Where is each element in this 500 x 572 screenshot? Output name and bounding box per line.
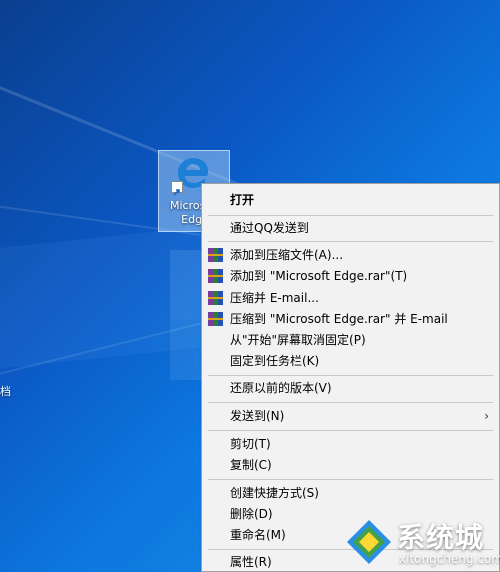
menu-item-label: 还原以前的版本(V) (230, 381, 332, 395)
menu-item-label: 固定到任务栏(K) (230, 354, 320, 368)
menu-item-open[interactable]: 打开 (202, 190, 499, 210)
menu-item-label: 添加到 "Microsoft Edge.rar"(T) (230, 269, 408, 283)
xitongcheng-logo-icon (347, 520, 391, 564)
menu-separator (208, 402, 493, 403)
menu-item-compress-email[interactable]: 压缩并 E-mail... (202, 288, 499, 308)
menu-item-send-to[interactable]: 发送到(N) › (202, 406, 499, 426)
menu-separator (208, 241, 493, 242)
menu-item-label: 压缩并 E-mail... (230, 291, 319, 305)
menu-separator (208, 215, 493, 216)
menu-item-pin-taskbar[interactable]: 固定到任务栏(K) (202, 351, 499, 371)
menu-item-label: 属性(R) (230, 555, 272, 569)
menu-item-label: 重命名(M) (230, 528, 286, 542)
menu-item-copy[interactable]: 复制(C) (202, 455, 499, 475)
desktop-partial-label: 档 (0, 385, 11, 398)
winrar-icon (208, 269, 223, 283)
menu-item-label: 发送到(N) (230, 409, 285, 423)
menu-item-label: 打开 (230, 193, 255, 207)
menu-item-label: 复制(C) (230, 458, 272, 472)
menu-item-label: 剪切(T) (230, 437, 271, 451)
menu-separator (208, 479, 493, 480)
winrar-icon (208, 312, 223, 326)
menu-item-restore-versions[interactable]: 还原以前的版本(V) (202, 378, 499, 398)
context-menu: 打开 通过QQ发送到 添加到压缩文件(A)... 添加到 "Microsoft … (201, 183, 500, 572)
menu-item-label: 压缩到 "Microsoft Edge.rar" 并 E-mail (230, 312, 448, 326)
shortcut-arrow-icon (171, 181, 183, 196)
menu-item-send-via-qq[interactable]: 通过QQ发送到 (202, 218, 499, 238)
menu-item-label: 删除(D) (230, 507, 273, 521)
menu-item-unpin-start[interactable]: 从"开始"屏幕取消固定(P) (202, 330, 499, 350)
winrar-icon (208, 248, 223, 262)
chevron-right-icon: › (484, 409, 489, 423)
menu-item-add-to-archive[interactable]: 添加到压缩文件(A)... (202, 245, 499, 265)
menu-item-label: 从"开始"屏幕取消固定(P) (230, 333, 366, 347)
menu-item-compress-rar-email[interactable]: 压缩到 "Microsoft Edge.rar" 并 E-mail (202, 309, 499, 329)
menu-item-label: 添加到压缩文件(A)... (230, 248, 344, 262)
watermark: 系统城 xitongcheng.com (345, 518, 500, 572)
menu-item-add-to-rar[interactable]: 添加到 "Microsoft Edge.rar"(T) (202, 266, 499, 286)
menu-item-label: 通过QQ发送到 (230, 221, 309, 235)
menu-separator (208, 430, 493, 431)
menu-item-cut[interactable]: 剪切(T) (202, 434, 499, 454)
menu-separator (208, 375, 493, 376)
watermark-title: 系统城 (397, 521, 485, 554)
menu-item-label: 创建快捷方式(S) (230, 486, 319, 500)
watermark-site: xitongcheng.com (399, 552, 500, 566)
menu-item-create-shortcut[interactable]: 创建快捷方式(S) (202, 483, 499, 503)
winrar-icon (208, 291, 223, 305)
